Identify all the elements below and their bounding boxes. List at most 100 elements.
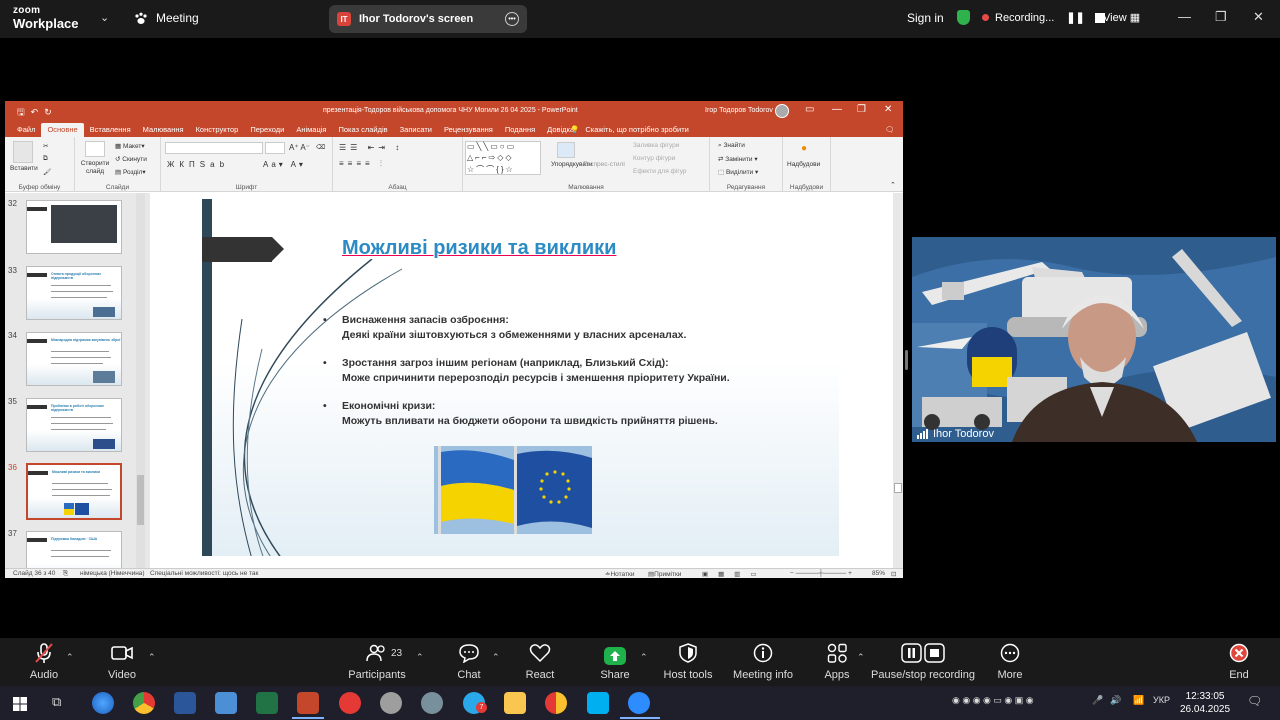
pause-stop-recording-button[interactable]: Pause/stop recording (871, 638, 975, 686)
tab-review[interactable]: Рецензування (438, 123, 499, 137)
taskbar-app-browser-icon[interactable] (92, 692, 114, 714)
view-menu[interactable]: View ▦ (1103, 11, 1140, 24)
tab-record[interactable]: Записати (394, 123, 438, 137)
taskbar-powerpoint-icon[interactable] (297, 692, 319, 714)
slide-thumbnail-35[interactable]: Проблеми в роботі оборонних підприємств (26, 398, 122, 452)
shape-fill-button[interactable]: Заливка фігури (633, 142, 679, 149)
layout-button[interactable]: ▦ Макет▾ (115, 142, 145, 150)
list-buttons[interactable]: ☰☰ ⇤⇥ ↕ (339, 143, 403, 152)
encryption-shield-icon[interactable] (957, 10, 970, 25)
apps-options-chevron-icon[interactable]: ⌃ (857, 652, 865, 663)
tab-view[interactable]: Подання (499, 123, 541, 137)
font-grow-icon[interactable]: A⁺ A⁻ (289, 143, 310, 152)
taskbar-app-icon[interactable] (545, 692, 567, 714)
taskbar-notepad-icon[interactable] (215, 692, 237, 714)
copy-icon[interactable]: ⧉ (43, 155, 48, 163)
shared-screen-indicator[interactable]: IT Ihor Todorov's screen ••• (329, 5, 527, 33)
new-slide-button[interactable]: Створити слайд (78, 160, 112, 176)
fit-slide-icon[interactable]: ⊡ (891, 570, 896, 578)
video-button[interactable]: Video (106, 638, 138, 686)
share-screen-button[interactable]: Share (598, 638, 632, 686)
language-indicator[interactable]: німецька (Німеччина) (80, 570, 145, 577)
chat-button[interactable]: Chat (454, 638, 484, 686)
input-language[interactable]: УКР (1153, 695, 1170, 705)
tab-file[interactable]: Файл (11, 123, 41, 137)
slide-title[interactable]: Можливі ризики та виклики (342, 237, 616, 260)
addins-button[interactable]: Надбудови (787, 161, 820, 168)
slide-thumbnail-32[interactable] (26, 200, 122, 254)
tab-insert[interactable]: Вставлення (84, 123, 137, 137)
participant-video-tile[interactable]: Ihor Todorov (912, 237, 1276, 442)
quick-access-toolbar[interactable]: 🖫↶↻ (17, 105, 58, 121)
taskbar-word-icon[interactable] (174, 692, 196, 714)
shape-outline-button[interactable]: Контур фігури (633, 155, 675, 162)
cut-icon[interactable]: ✂ (43, 142, 48, 150)
split-drag-handle[interactable] (905, 350, 908, 370)
slide-thumbnail-34[interactable]: Міжнародна підтримка закупівель зброї (26, 332, 122, 386)
accessibility-status[interactable]: Спеціальні можливості: щось не так (150, 570, 258, 577)
section-button[interactable]: ▤ Розділ▾ (115, 168, 146, 176)
notes-button[interactable]: ≐ Нотатки (605, 570, 634, 578)
reset-button[interactable]: ↺ Скинути (115, 155, 147, 163)
restore-icon[interactable]: ❐ (1215, 9, 1227, 25)
replace-button[interactable]: ⇄ Замінити ▾ (718, 155, 758, 163)
participants-options-chevron-icon[interactable]: ⌃ (416, 652, 424, 663)
pause-recording-icon[interactable]: ❚❚ (1066, 11, 1084, 24)
system-clock[interactable]: 12:33:05 26.04.2025 (1180, 690, 1230, 716)
tab-design[interactable]: Конструктор (190, 123, 245, 137)
slide-thumbnail-37[interactable]: Підтримка Канадою · США (26, 531, 122, 568)
slide-thumbnail-33[interactable]: Оплата продукції оборонних підприємств (26, 266, 122, 320)
tab-slide-show[interactable]: Показ слайдів (332, 123, 393, 137)
font-name-input[interactable] (165, 142, 263, 154)
arrange-icon[interactable] (557, 142, 575, 158)
volume-tray-icon[interactable]: 🔊 (1110, 695, 1121, 706)
audio-button[interactable]: Audio (28, 638, 60, 686)
comments-button[interactable]: ▤ Примітки (648, 570, 681, 578)
paste-icon[interactable] (13, 141, 33, 163)
select-button[interactable]: ⬚ Виділити ▾ (718, 168, 758, 176)
quick-styles-button[interactable]: Експрес-стилі (583, 161, 625, 168)
more-options-icon[interactable]: ••• (505, 12, 519, 26)
ppt-minimize-icon[interactable]: — (832, 104, 842, 115)
video-options-chevron-icon[interactable]: ⌃ (148, 652, 156, 663)
taskbar-excel-icon[interactable] (256, 692, 278, 714)
font-color-buttons[interactable]: Aa▾ A▾ (263, 160, 306, 169)
meeting-info-button[interactable]: Meeting info (733, 638, 793, 686)
taskbar-file-explorer-icon[interactable] (504, 692, 526, 714)
collapse-ribbon-icon[interactable]: ⌃ (890, 181, 896, 189)
end-meeting-button[interactable]: End (1225, 638, 1253, 686)
bullet-2[interactable]: • Зростання загроз іншим регіонам (напри… (323, 356, 832, 386)
align-buttons[interactable]: ≡≡≡≡ ⫶ (339, 159, 386, 169)
font-size-input[interactable] (265, 142, 285, 154)
network-tray-icon[interactable]: 📶 (1133, 695, 1144, 706)
tab-transitions[interactable]: Переходи (244, 123, 290, 137)
taskbar-skype-icon[interactable] (587, 692, 609, 714)
meeting-menu[interactable]: Meeting (134, 11, 199, 25)
participants-button[interactable]: Participants (348, 638, 406, 686)
clear-format-icon[interactable]: ⌫ (316, 143, 325, 151)
chevron-down-icon[interactable]: ⌄ (100, 11, 109, 24)
share-options-chevron-icon[interactable]: ⌃ (640, 652, 648, 663)
ppt-restore-icon[interactable]: ❐ (857, 104, 866, 115)
paste-button[interactable]: Вставити (10, 165, 38, 172)
spellcheck-icon[interactable]: ⎘ (63, 570, 68, 578)
view-mode-buttons[interactable]: ▣▦▥▭ (702, 570, 767, 578)
tab-draw[interactable]: Малювання (137, 123, 190, 137)
taskbar-app-icon[interactable] (421, 692, 443, 714)
thumbnails-scrollbar[interactable] (136, 193, 145, 568)
audio-options-chevron-icon[interactable]: ⌃ (66, 652, 74, 663)
microphone-tray-icon[interactable]: 🎤 (1092, 695, 1103, 706)
zoom-level[interactable]: 85% (872, 570, 885, 577)
react-button[interactable]: React (523, 638, 557, 686)
sign-in-link[interactable]: Sign in (907, 11, 944, 25)
chat-options-chevron-icon[interactable]: ⌃ (492, 652, 500, 663)
ribbon-display-icon[interactable]: ▭ (805, 104, 814, 115)
zoom-slider[interactable]: − ─────┼───── + (790, 570, 852, 577)
taskbar-chrome-icon[interactable] (133, 692, 155, 714)
taskbar-app-icon[interactable] (380, 692, 402, 714)
comments-icon[interactable]: 🗨 (885, 125, 895, 134)
font-style-buttons[interactable]: ЖКПSab (167, 160, 229, 169)
notifications-icon[interactable]: 🗨 (1247, 694, 1262, 708)
close-icon[interactable]: ✕ (1253, 9, 1264, 25)
more-button[interactable]: More (995, 638, 1025, 686)
